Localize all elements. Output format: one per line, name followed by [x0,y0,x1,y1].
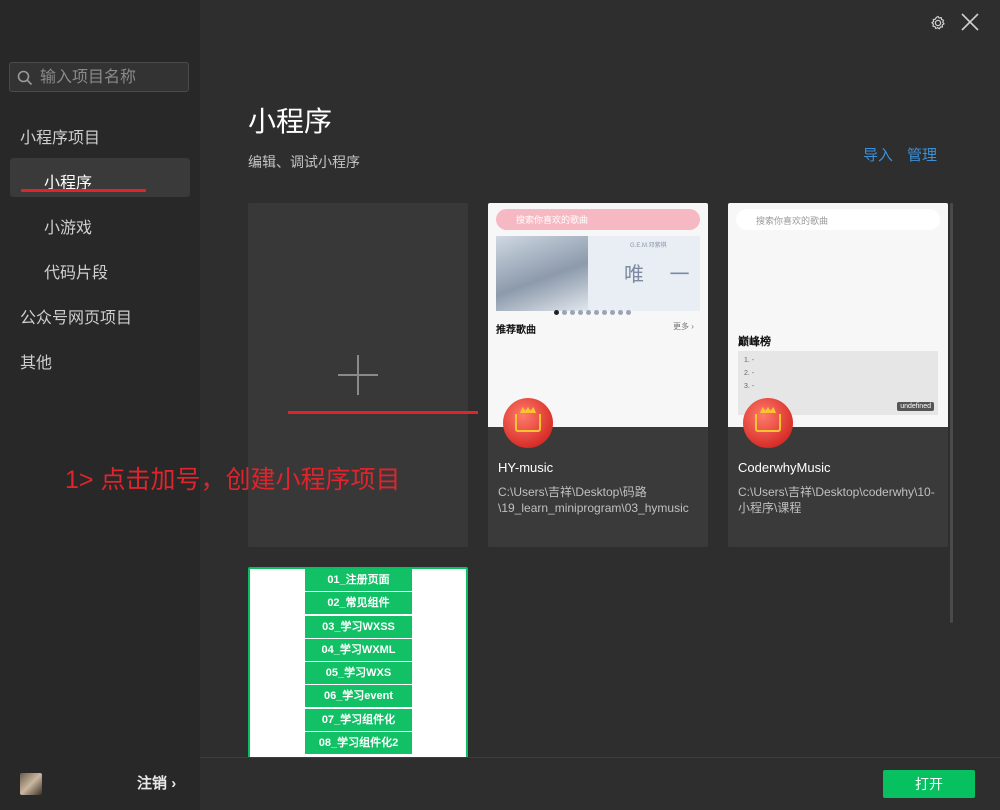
preview-rank-title: 巅峰榜 [738,336,771,348]
list-item: 05_学习WXS [305,662,412,685]
plus-icon-vertical [357,355,359,395]
project-search-box[interactable] [9,62,189,92]
preview-search-bar: 搜索你喜欢的歌曲 [736,209,940,230]
list-item: 01_注册页面 [305,569,412,591]
sidebar-item-minigame[interactable]: 小游戏 [44,214,92,238]
preview-section-more: 更多 › [673,322,694,331]
list-item: 02_常见组件 [305,592,412,615]
list-item: 06_学习event [305,685,412,708]
rank-line: 1. - [744,357,755,364]
annotation-underline [21,189,146,192]
banner-dots [554,302,664,315]
project-card-list[interactable]: 01_注册页面 02_常见组件 03_学习WXSS 04_学习WXML 05_学… [248,567,468,762]
list-item: 03_学习WXSS [305,615,412,638]
rank-line: 3. - [744,383,755,390]
annotation-text: 1> 点击加号，创建小程序项目 [65,466,401,494]
annotation-line [288,411,478,414]
manage-link[interactable]: 管理 [907,144,937,165]
bottom-bar [200,757,1000,810]
preview-search-bar: 搜索你喜欢的歌曲 [496,209,700,230]
preview-banner: G.E.M.邓紫棋 唯 一 [496,236,700,315]
rank-line: 2. - [744,370,755,377]
open-button[interactable]: 打开 [883,770,975,798]
logout-label: 注销 [137,775,168,792]
avatar[interactable] [20,773,42,795]
search-icon [17,70,33,86]
scrollbar[interactable] [950,203,953,623]
sidebar-item-official-account-web[interactable]: 公众号网页项目 [20,304,132,328]
preview-list: 01_注册页面 02_常见组件 03_学习WXSS 04_学习WXML 05_学… [305,569,412,755]
banner-image [496,236,588,311]
import-link[interactable]: 导入 [863,144,893,165]
cart-icon [503,398,553,448]
sidebar: 小程序项目 小程序 小游戏 代码片段 公众号网页项目 其他 注销 › [0,0,200,810]
project-preview: 搜索你喜欢的歌曲 巅峰榜 1. - 2. - 3. - undefined [728,203,948,427]
project-name: HY-music [498,460,554,475]
project-path: C:\Users\吉祥\Desktop\coderwhy\10-小程序\课程 [738,485,935,515]
banner-title: 唯 一 [624,264,700,286]
project-card-hy-music[interactable]: 搜索你喜欢的歌曲 G.E.M.邓紫棋 唯 一 推荐歌曲 更多 › HY-musi… [488,203,708,547]
close-icon[interactable] [960,12,980,32]
page-subtitle: 编辑、调试小程序 [248,154,360,170]
preview-search-text: 搜索你喜欢的歌曲 [516,215,589,225]
project-card-coderwhy-music[interactable]: 搜索你喜欢的歌曲 巅峰榜 1. - 2. - 3. - undefined Co… [728,203,948,547]
banner-artist: G.E.M.邓紫棋 [630,243,667,249]
logout-button[interactable]: 注销 › [137,772,176,793]
page-title: 小程序 [248,106,333,137]
gear-icon[interactable] [930,15,946,31]
list-item: 07_学习组件化 [305,708,412,731]
preview-section-title: 推荐歌曲 [496,325,536,336]
project-path: C:\Users\吉祥\Desktop\码路\19_learn_miniprog… [498,485,689,515]
project-preview: 搜索你喜欢的歌曲 G.E.M.邓紫棋 唯 一 推荐歌曲 更多 › [488,203,708,427]
sidebar-item-miniprogram-project[interactable]: 小程序项目 [20,124,100,148]
undefined-badge: undefined [897,402,934,411]
project-name: CoderwhyMusic [738,460,831,475]
preview-search-text: 搜索你喜欢的歌曲 [756,216,829,226]
list-item: 04_学习WXML [305,638,412,661]
project-search-input[interactable] [38,66,187,90]
chevron-right-icon: › [171,775,177,792]
sidebar-item-other[interactable]: 其他 [20,349,52,373]
list-item: 08_学习组件化2 [305,732,412,755]
cart-icon [743,398,793,448]
sidebar-item-code-snippet[interactable]: 代码片段 [44,259,108,283]
